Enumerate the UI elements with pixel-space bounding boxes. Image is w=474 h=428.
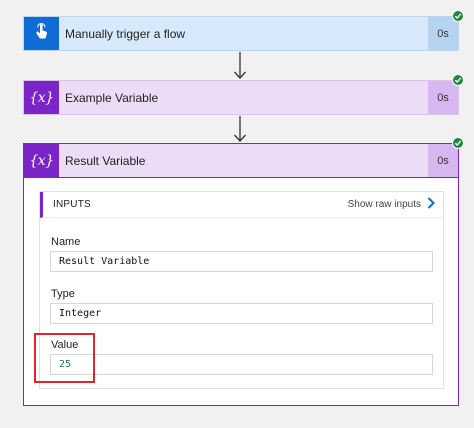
success-check-icon xyxy=(452,10,464,22)
inputs-header: INPUTS Show raw inputs xyxy=(40,192,443,218)
step-result-variable[interactable]: {x} Result Variable 0s xyxy=(23,143,459,178)
touch-icon xyxy=(34,22,50,45)
chevron-right-icon xyxy=(427,197,435,212)
show-raw-inputs-label: Show raw inputs xyxy=(347,199,421,210)
flow-connector-arrow xyxy=(234,116,246,143)
step-manually-trigger[interactable]: Manually trigger a flow 0s xyxy=(23,16,459,51)
step-duration: 0s xyxy=(428,81,458,114)
value-value: 25 xyxy=(50,354,433,375)
step-duration: 0s xyxy=(428,17,458,50)
type-label: Type xyxy=(51,288,75,300)
step-title: Result Variable xyxy=(65,153,146,168)
flow-run-canvas: Manually trigger a flow 0s {x} Example V… xyxy=(0,0,474,428)
show-raw-inputs-link[interactable]: Show raw inputs xyxy=(348,197,435,212)
highlight-box xyxy=(34,333,95,383)
flow-connector-arrow xyxy=(234,52,246,80)
name-label: Name xyxy=(51,236,81,248)
inputs-title: INPUTS xyxy=(53,199,91,210)
success-check-icon xyxy=(452,137,464,149)
variable-icon: {x} xyxy=(29,152,54,169)
step-duration: 0s xyxy=(428,144,458,177)
type-value: Integer xyxy=(50,303,433,324)
name-value: Result Variable xyxy=(50,251,433,272)
success-check-icon xyxy=(452,74,464,86)
step-title: Manually trigger a flow xyxy=(65,26,186,41)
step-icon-box xyxy=(24,17,59,50)
variable-icon: {x} xyxy=(29,89,54,106)
step-title: Example Variable xyxy=(65,90,159,105)
step-example-variable[interactable]: {x} Example Variable 0s xyxy=(23,80,459,115)
step-icon-box: {x} xyxy=(24,81,59,114)
step-icon-box: {x} xyxy=(24,144,59,177)
